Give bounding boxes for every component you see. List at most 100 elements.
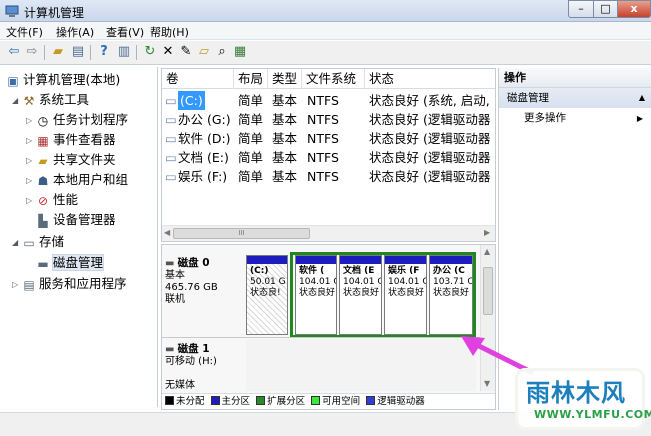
legend-label: 主分区 (221, 396, 251, 407)
volume-row[interactable]: ▭ 娱乐 (F:) 简单 基本 NTFS 状态良好 (逻辑驱动器 (162, 167, 495, 186)
collapsed-arrow-icon[interactable]: ▷ (26, 151, 36, 170)
horizontal-scrollbar[interactable]: ◀ III ▶ (162, 225, 495, 241)
watermark-logo: 雨林木风 (526, 379, 626, 407)
help-icon[interactable]: ? (96, 44, 112, 60)
volume-fs: NTFS (307, 150, 339, 165)
column-type[interactable]: 类型 (268, 69, 302, 89)
volume-status: 状态良好 (逻辑驱动器 (369, 112, 491, 127)
volume-drive-icon: ▭ (165, 150, 177, 165)
menu-action[interactable]: 操作(A) (56, 24, 94, 40)
properties-2-icon[interactable]: ✎ (178, 44, 194, 60)
disk-0-size: 465.76 GB (165, 282, 218, 293)
volume-row[interactable]: ▭ 软件 (D:) 简单 基本 NTFS 状态良好 (逻辑驱动器 (162, 129, 495, 148)
menu-file[interactable]: 文件(F) (6, 24, 43, 40)
partition-c[interactable]: (C:) 50.01 G 状态良! (246, 255, 288, 335)
column-filesystem[interactable]: 文件系统 (302, 69, 365, 89)
volume-name: (C:) (178, 91, 205, 110)
watermark-url: WWW.YLMFU.COM (534, 408, 651, 421)
column-volume[interactable]: 卷 (162, 69, 234, 89)
collapsed-arrow-icon[interactable]: ▷ (26, 131, 36, 150)
expanded-arrow-icon[interactable]: ◢ (12, 233, 22, 252)
tree-item-shared-folders[interactable]: ▷ ▰ 共享文件夹 (26, 150, 116, 169)
volume-name: 软件 (D:) (178, 131, 231, 146)
scroll-up-icon[interactable]: ▲ (484, 247, 490, 256)
volume-type: 基本 (272, 93, 298, 108)
menu-help[interactable]: 帮助(H) (150, 24, 189, 40)
export-icon[interactable]: ▦ (232, 44, 248, 60)
tree-root[interactable]: ▣ 计算机管理(本地) (6, 70, 120, 89)
volume-status: 状态良好 (逻辑驱动器 (369, 131, 491, 146)
tree-item-performance[interactable]: ▷ ⊘ 性能 (26, 190, 78, 209)
partition-d[interactable]: 软件 ( 104.01 G 状态良好 (295, 255, 337, 335)
collapsed-arrow-icon[interactable]: ▷ (12, 275, 22, 294)
services-icon: ▤ (23, 277, 35, 292)
tree-item-disk-management[interactable]: ▬ 磁盘管理 (26, 253, 105, 272)
logical-drive-bar (430, 256, 472, 264)
forward-icon[interactable]: ⇨ (24, 44, 40, 60)
volume-drive-icon: ▭ (165, 131, 177, 146)
disk-1-area[interactable] (246, 339, 476, 391)
watermark: 雨林木风 WWW.YLMFU.COM (515, 368, 651, 430)
properties-icon[interactable]: ▥ (116, 44, 132, 60)
column-status[interactable]: 状态 (365, 69, 495, 89)
menu-view[interactable]: 查看(V) (106, 24, 144, 40)
refresh-icon[interactable]: ↻ (142, 44, 158, 60)
disk-graphical-view: ▬ 磁盘 0 基本 465.76 GB 联机 (C:) 50.01 G 状态良!… (161, 244, 496, 410)
tree-item-local-users[interactable]: ▷ ☗ 本地用户和组 (26, 170, 128, 189)
disk-0-name: 磁盘 0 (177, 257, 210, 269)
partition-label: 软件 ( (299, 266, 325, 276)
scroll-left-icon[interactable]: ◀ (164, 228, 170, 237)
more-actions-label: 更多操作 (524, 112, 566, 124)
disk-1-state: 无媒体 (165, 380, 195, 391)
column-layout[interactable]: 布局 (234, 69, 268, 89)
tree-item-storage[interactable]: ◢ ▭ 存储 (12, 232, 64, 251)
tree-item-services-apps[interactable]: ▷ ▤ 服务和应用程序 (12, 274, 127, 293)
actions-section-disk-management[interactable]: 磁盘管理 ▲ (499, 88, 651, 108)
volume-row[interactable]: ▭ (C:) 简单 基本 NTFS 状态良好 (系统, 启动, (162, 91, 495, 110)
tree-item-system-tools[interactable]: ◢ ⚒ 系统工具 (12, 90, 89, 109)
partition-e[interactable]: 文档 (E 104.01 G 状态良好 (339, 255, 382, 335)
volume-status: 状态良好 (系统, 启动, (369, 93, 490, 108)
volume-row[interactable]: ▭ 办公 (G:) 简单 基本 NTFS 状态良好 (逻辑驱动器 (162, 110, 495, 129)
scroll-right-icon[interactable]: ▶ (484, 228, 490, 237)
partition-size: 104.01 G (343, 277, 382, 287)
tree-item-event-viewer[interactable]: ▷ ▦ 事件查看器 (26, 130, 116, 149)
volume-type: 基本 (272, 131, 298, 146)
tree-item-device-manager[interactable]: ▙ 设备管理器 (26, 210, 115, 229)
minimize-button[interactable]: – (568, 0, 594, 18)
search-icon[interactable]: ⌕ (214, 44, 230, 60)
volume-fs: NTFS (307, 93, 339, 108)
close-button[interactable]: x (617, 0, 651, 18)
volume-layout: 简单 (238, 93, 264, 108)
volume-fs: NTFS (307, 131, 339, 146)
computer-management-icon (5, 5, 19, 17)
scrollbar-thumb[interactable] (483, 267, 493, 315)
delete-icon[interactable]: ✕ (160, 44, 176, 60)
disk-0-info[interactable]: ▬ 磁盘 0 基本 465.76 GB 联机 (165, 257, 245, 306)
collapsed-arrow-icon[interactable]: ▷ (26, 171, 36, 190)
partition-f[interactable]: 娱乐 (F 104.01 G 状态良好 (384, 255, 427, 335)
actions-section-label: 磁盘管理 (507, 92, 549, 104)
volume-name: 办公 (G:) (178, 112, 231, 127)
logical-drive-bar (340, 256, 381, 264)
volume-row[interactable]: ▭ 文档 (E:) 简单 基本 NTFS 状态良好 (逻辑驱动器 (162, 148, 495, 167)
more-actions-item[interactable]: 更多操作 ▶ (499, 109, 651, 128)
volume-layout: 简单 (238, 112, 264, 127)
maximize-button[interactable]: □ (593, 0, 618, 18)
partition-label: 娱乐 (F (388, 266, 420, 276)
scroll-down-icon[interactable]: ▼ (484, 379, 490, 388)
computer-icon: ▣ (7, 73, 19, 88)
expanded-arrow-icon[interactable]: ◢ (12, 91, 22, 110)
disk-1-info[interactable]: ▬ 磁盘 1 可移动 (H:) 无媒体 (165, 343, 245, 392)
collapse-up-icon[interactable]: ▲ (639, 88, 645, 108)
scrollbar-thumb[interactable]: III (173, 228, 310, 239)
open-folder-icon[interactable]: ▱ (196, 44, 212, 60)
tree-item-task-scheduler[interactable]: ▷ ◷ 任务计划程序 (26, 110, 128, 129)
collapsed-arrow-icon[interactable]: ▷ (26, 111, 36, 130)
volume-name: 娱乐 (F:) (178, 169, 228, 184)
console-tree-icon[interactable]: ▤ (70, 44, 86, 60)
up-folder-icon[interactable]: ▰ (50, 44, 66, 60)
back-icon[interactable]: ⇦ (6, 44, 22, 60)
partition-g[interactable]: 办公 (C 103.71 C 状态良好 (429, 255, 473, 335)
collapsed-arrow-icon[interactable]: ▷ (26, 191, 36, 210)
